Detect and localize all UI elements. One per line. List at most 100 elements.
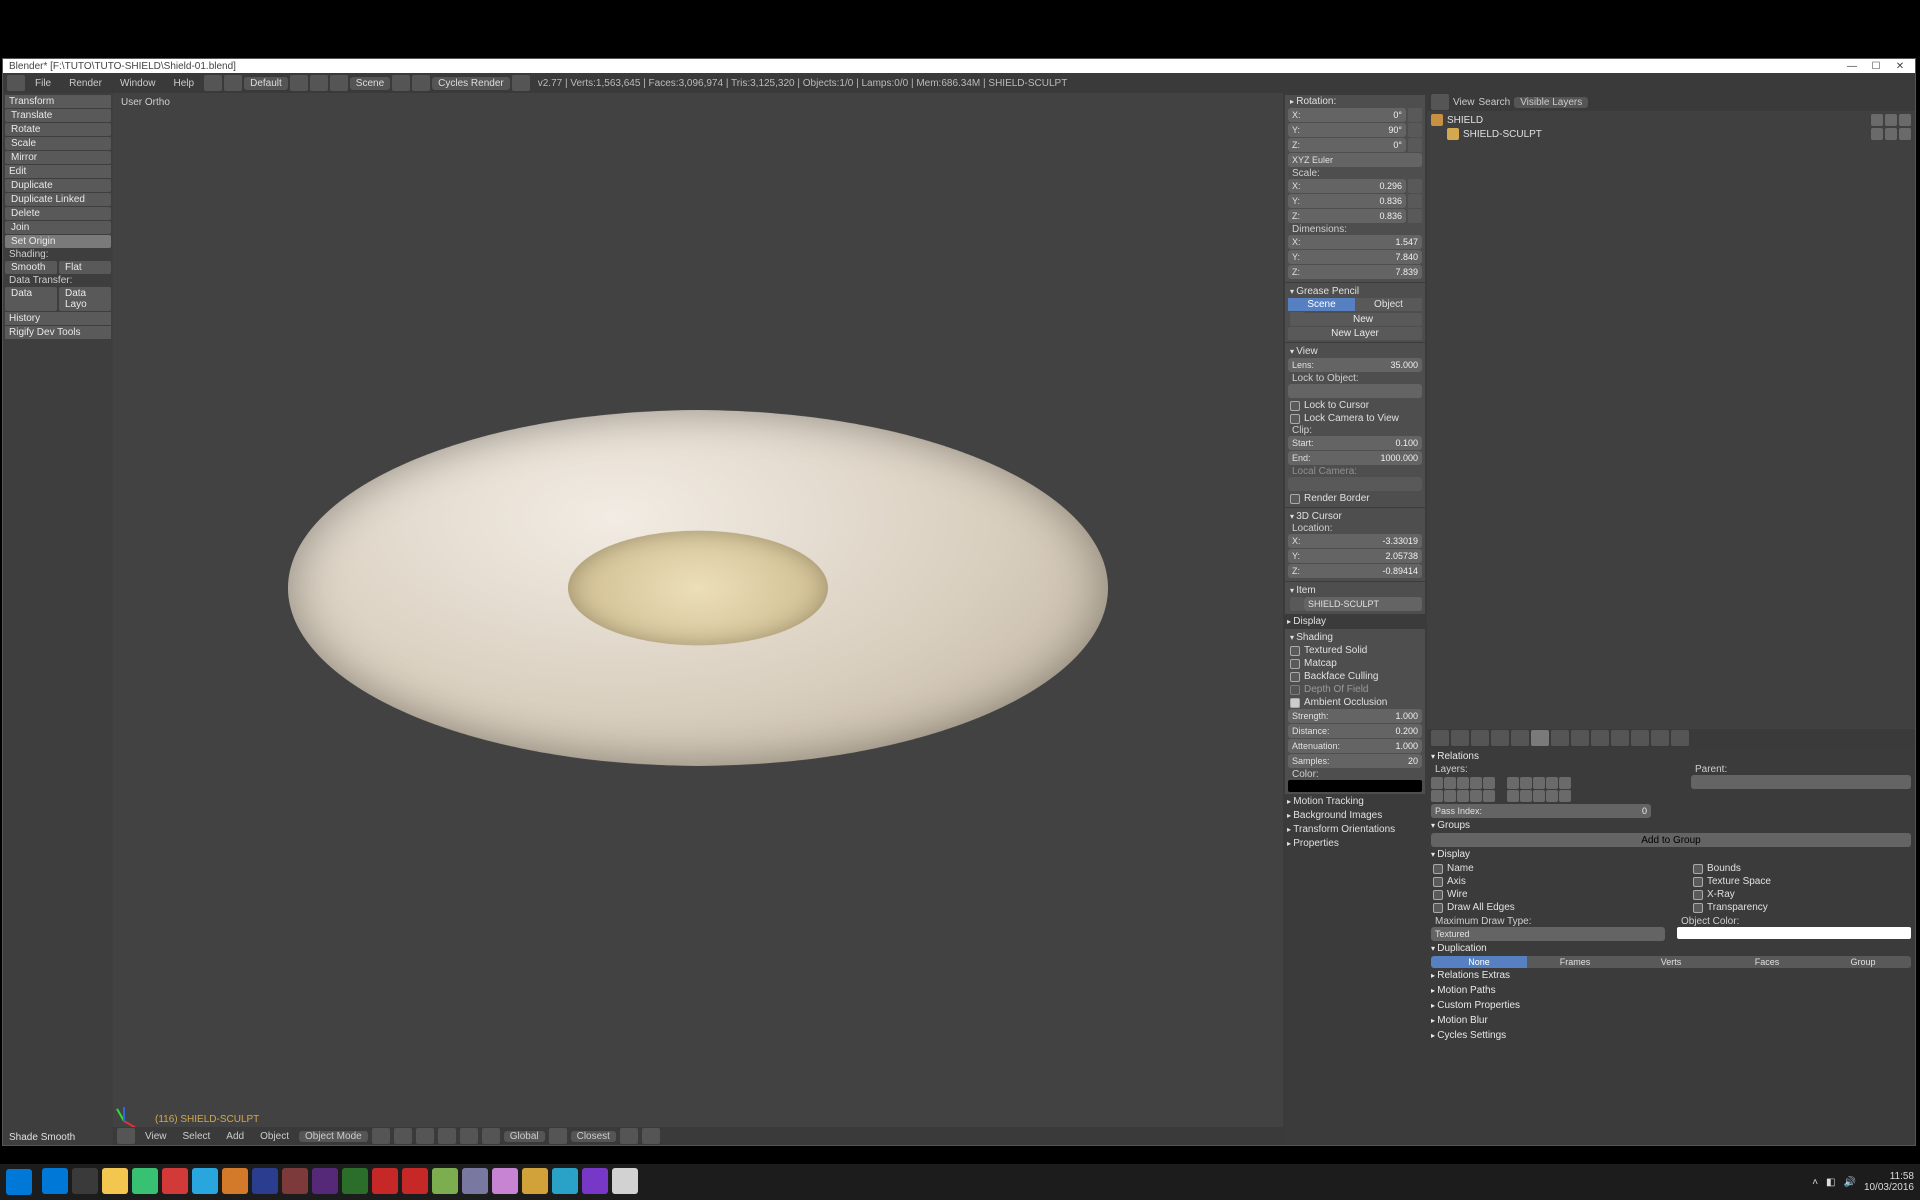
- translate-button[interactable]: Translate: [5, 109, 111, 122]
- start-button[interactable]: [6, 1169, 32, 1195]
- ao-atten[interactable]: Attenuation:1.000: [1288, 739, 1422, 753]
- ao-strength[interactable]: Strength:1.000: [1288, 709, 1422, 723]
- taskbar-app-0[interactable]: [42, 1168, 68, 1194]
- parent-field[interactable]: [1691, 775, 1911, 789]
- disp-wire-check[interactable]: [1433, 890, 1443, 900]
- lens-field[interactable]: Lens:35.000: [1288, 358, 1422, 372]
- taskbar-app-7[interactable]: [252, 1168, 278, 1194]
- tray-up-icon[interactable]: ˄: [1812, 1177, 1818, 1188]
- scale-x-lock[interactable]: [1408, 179, 1422, 193]
- motion-paths-header[interactable]: Motion Paths: [1431, 983, 1911, 998]
- outliner-search-menu[interactable]: Search: [1479, 97, 1511, 108]
- mode-select[interactable]: Object Mode: [299, 1131, 368, 1142]
- scale-button[interactable]: Scale: [5, 137, 111, 150]
- delete-button[interactable]: Delete: [5, 207, 111, 220]
- n-display-header[interactable]: Display: [1285, 615, 1425, 628]
- snap-icon[interactable]: [620, 1128, 638, 1144]
- tab-constraints-icon[interactable]: [1551, 730, 1569, 746]
- add-to-group-button[interactable]: Add to Group: [1431, 833, 1911, 847]
- orientation-select[interactable]: Global: [504, 1131, 545, 1142]
- editor-type-icon[interactable]: [7, 75, 25, 91]
- disp-name-check[interactable]: [1433, 864, 1443, 874]
- tab-particles-icon[interactable]: [1651, 730, 1669, 746]
- taskbar-app-14[interactable]: [462, 1168, 488, 1194]
- cursor-z[interactable]: Z:-0.89414: [1288, 564, 1422, 578]
- scale-z-lock[interactable]: [1408, 209, 1422, 223]
- tab-modifiers-icon[interactable]: [1571, 730, 1589, 746]
- manip-scale-icon[interactable]: [482, 1128, 500, 1144]
- lock-cam-check[interactable]: [1290, 414, 1300, 424]
- 3d-viewport[interactable]: User Ortho (116) SHIELD-SCULPT View Sele…: [113, 93, 1283, 1145]
- dt-datalayout-button[interactable]: Data Layo: [59, 287, 111, 311]
- ao-color-swatch[interactable]: [1288, 780, 1422, 792]
- item-header[interactable]: Item: [1288, 584, 1422, 597]
- shade-smooth-button[interactable]: Smooth: [5, 261, 57, 274]
- viewport-editor-type-icon[interactable]: [117, 1128, 135, 1144]
- render-border-check[interactable]: [1290, 494, 1300, 504]
- tab-render-icon[interactable]: [1451, 730, 1469, 746]
- proportional-select[interactable]: Closest: [571, 1131, 616, 1142]
- duplication-header[interactable]: Duplication: [1431, 941, 1911, 956]
- tab-renderlayers-icon[interactable]: [1471, 730, 1489, 746]
- vp-menu-select[interactable]: Select: [177, 1131, 217, 1142]
- disp-axis-check[interactable]: [1433, 877, 1443, 887]
- set-origin-button[interactable]: Set Origin: [5, 235, 111, 248]
- dim-y[interactable]: Y:7.840: [1288, 250, 1422, 264]
- cursor-x[interactable]: X:-3.33019: [1288, 534, 1422, 548]
- cursor-header[interactable]: 3D Cursor: [1288, 510, 1422, 523]
- menu-window[interactable]: Window: [112, 78, 164, 89]
- outliner-view-menu[interactable]: View: [1453, 97, 1475, 108]
- maximize-button[interactable]: ☐: [1867, 61, 1885, 72]
- view-header[interactable]: View: [1288, 345, 1422, 358]
- relations-header[interactable]: Relations: [1431, 749, 1911, 764]
- dup-group[interactable]: Group: [1815, 956, 1911, 968]
- rot-mode[interactable]: XYZ Euler: [1288, 153, 1422, 167]
- outliner-editor-icon[interactable]: [1431, 94, 1449, 110]
- pass-index-field[interactable]: Pass Index:0: [1431, 804, 1651, 818]
- gp-new-layer[interactable]: New Layer: [1288, 327, 1422, 340]
- item-name-field[interactable]: SHIELD-SCULPT: [1304, 597, 1422, 611]
- tab-data-icon[interactable]: [1591, 730, 1609, 746]
- tex-solid-check[interactable]: [1290, 646, 1300, 656]
- scenes-icon[interactable]: [330, 75, 348, 91]
- tab-scene-icon[interactable]: [1491, 730, 1509, 746]
- taskbar-app-2[interactable]: [102, 1168, 128, 1194]
- visible-icon[interactable]: [1871, 128, 1883, 140]
- tab-material-icon[interactable]: [1611, 730, 1629, 746]
- rot-z-lock[interactable]: [1408, 138, 1422, 152]
- taskbar-app-11[interactable]: [372, 1168, 398, 1194]
- dim-z[interactable]: Z:7.839: [1288, 265, 1422, 279]
- taskbar-app-4[interactable]: [162, 1168, 188, 1194]
- disp-drawall-check[interactable]: [1433, 903, 1443, 913]
- gp-header[interactable]: Grease Pencil: [1288, 285, 1422, 298]
- taskbar-app-15[interactable]: [492, 1168, 518, 1194]
- vp-menu-add[interactable]: Add: [220, 1131, 250, 1142]
- obj-color-swatch[interactable]: [1677, 927, 1911, 939]
- screen-layout-select[interactable]: Default: [244, 77, 288, 90]
- render-icon[interactable]: [1899, 114, 1911, 126]
- dup-verts[interactable]: Verts: [1623, 956, 1719, 968]
- cycles-settings-header[interactable]: Cycles Settings: [1431, 1028, 1911, 1043]
- menu-file[interactable]: File: [27, 78, 59, 89]
- taskbar-app-10[interactable]: [342, 1168, 368, 1194]
- matcap-check[interactable]: [1290, 659, 1300, 669]
- minimize-button[interactable]: —: [1843, 61, 1861, 72]
- lock-cursor-check[interactable]: [1290, 401, 1300, 411]
- duplicate-linked-button[interactable]: Duplicate Linked: [5, 193, 111, 206]
- cursor-y[interactable]: Y:2.05738: [1288, 549, 1422, 563]
- tab-physics-icon[interactable]: [1671, 730, 1689, 746]
- dim-x[interactable]: X:1.547: [1288, 235, 1422, 249]
- taskbar-app-3[interactable]: [132, 1168, 158, 1194]
- manip-translate-icon[interactable]: [438, 1128, 456, 1144]
- gp-tab-scene[interactable]: Scene: [1288, 298, 1355, 311]
- scale-y-lock[interactable]: [1408, 194, 1422, 208]
- back-icon[interactable]: [204, 75, 222, 91]
- outliner-tree[interactable]: SHIELD SHIELD-SCULPT: [1427, 111, 1915, 729]
- taskbar-app-5[interactable]: [192, 1168, 218, 1194]
- n-shading-header[interactable]: Shading: [1288, 631, 1422, 644]
- add-scene-icon[interactable]: [392, 75, 410, 91]
- render-preview-icon[interactable]: [642, 1128, 660, 1144]
- join-button[interactable]: Join: [5, 221, 111, 234]
- tab-object-icon[interactable]: [1531, 730, 1549, 746]
- del-layout-icon[interactable]: [310, 75, 328, 91]
